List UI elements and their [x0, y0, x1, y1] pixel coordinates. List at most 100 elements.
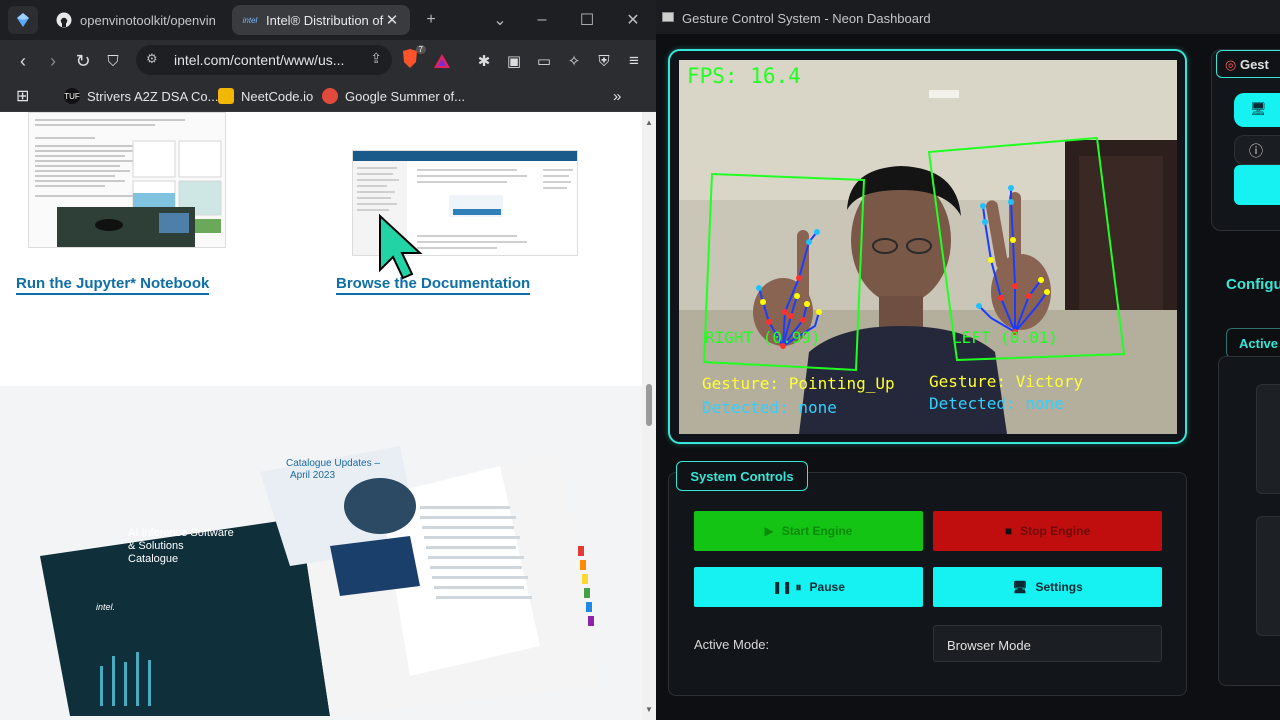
- page-scrollbar[interactable]: ▲ ▼: [642, 112, 656, 720]
- side-action-button[interactable]: [1234, 165, 1280, 205]
- target-icon: ◎: [1225, 57, 1237, 72]
- detected-left-text: Detected: none: [929, 394, 1064, 413]
- tab-openvino-github[interactable]: openvinotoolkit/openvino: [46, 5, 226, 35]
- active-mode-label: Active Mode:: [694, 637, 770, 652]
- system-controls-tab[interactable]: System Controls: [676, 461, 808, 491]
- app-window-icon: [662, 12, 674, 22]
- svg-text:& Solutions: & Solutions: [128, 540, 184, 552]
- web-page: Run the Jupyter* Notebook Browse the Doc…: [0, 112, 642, 720]
- browse-documentation-link[interactable]: Browse the Documentation: [336, 275, 531, 295]
- tab-title: openvinotoolkit/openvino: [80, 12, 216, 28]
- svg-text:intel.: intel.: [96, 602, 115, 612]
- scroll-thumb[interactable]: [646, 384, 652, 426]
- catalogue-image[interactable]: AI Inference Software & Solutions Catalo…: [0, 386, 642, 720]
- brave-app-menu-icon[interactable]: [8, 6, 38, 34]
- pause-label: Pause: [809, 580, 845, 594]
- vpn-icon[interactable]: ⛨: [593, 50, 615, 72]
- side-browser-button[interactable]: 🖥: [1234, 93, 1280, 127]
- bookmark-label: Strivers A2Z DSA Co...: [87, 88, 219, 104]
- address-toolbar: ‹ › ↻ ⛉ ⚙ intel.com/content/www/us... ⇪ …: [0, 40, 656, 80]
- site-settings-icon[interactable]: ⚙: [146, 51, 158, 67]
- tab-intel-distribution[interactable]: intel Intel® Distribution of ✕: [232, 5, 410, 35]
- video-panel: FPS: 16.4 RIGHT (0.99) LEFT (0.01) Gestu…: [668, 49, 1187, 444]
- close-window-icon[interactable]: ✕: [623, 10, 643, 30]
- fps-counter: FPS: 16.4: [687, 64, 801, 88]
- svg-text:Catalogue Updates –: Catalogue Updates –: [286, 458, 380, 469]
- url-text: intel.com/content/www/us...: [174, 52, 345, 68]
- menu-icon[interactable]: ≡: [623, 50, 645, 72]
- monitor-icon: 🖥: [1250, 101, 1267, 116]
- configuration-heading: Configu: [1226, 276, 1280, 293]
- tuf-favicon-icon: TUF: [64, 88, 80, 104]
- tab-list-chevron-down-icon[interactable]: ⌄: [490, 10, 510, 30]
- maximize-icon[interactable]: ☐: [577, 10, 597, 30]
- detected-right-text: Detected: none: [702, 398, 837, 417]
- svg-text:Catalogue: Catalogue: [128, 553, 178, 565]
- play-icon: ▶: [764, 524, 774, 538]
- pause-button[interactable]: ❚❚ ⏸ Pause: [694, 567, 923, 607]
- start-engine-button[interactable]: ▶ Start Engine: [694, 511, 923, 551]
- window-title: Gesture Control System - Neon Dashboard: [682, 11, 931, 26]
- intel-favicon-icon: intel: [242, 15, 258, 25]
- side-info-button[interactable]: ⓘ: [1234, 135, 1280, 165]
- extensions-icon[interactable]: ✱: [473, 50, 495, 72]
- side-gesture-tab[interactable]: ◎ Gest: [1216, 50, 1280, 78]
- dashboard-titlebar: Gesture Control System - Neon Dashboard: [656, 0, 1280, 34]
- bookmark-icon[interactable]: ⛉: [102, 50, 124, 72]
- start-engine-label: Start Engine: [781, 524, 853, 538]
- side-tab-label: Gest: [1239, 57, 1269, 72]
- scroll-down-icon[interactable]: ▼: [645, 705, 653, 714]
- address-bar[interactable]: ⚙ intel.com/content/www/us... ⇪: [136, 45, 392, 75]
- share-icon[interactable]: ⇪: [370, 50, 382, 67]
- bookmark-label: Google Summer of...: [345, 88, 465, 104]
- catalogue-section: AI Inference Software & Solutions Catalo…: [0, 386, 642, 720]
- scroll-up-icon[interactable]: ▲: [645, 118, 653, 127]
- gesture-card[interactable]: [1256, 384, 1280, 494]
- cursor-arrow-icon: [379, 213, 423, 280]
- github-icon: [56, 12, 72, 28]
- svg-text:AI Inference Software: AI Inference Software: [128, 527, 234, 539]
- tab-bar: openvinotoolkit/openvino intel Intel® Di…: [0, 0, 656, 40]
- bookmarks-bar: ⊞ TUF Strivers A2Z DSA Co... NeetCode.io…: [0, 80, 656, 112]
- close-tab-icon[interactable]: ✕: [384, 12, 400, 29]
- bookmark-strivers[interactable]: TUF Strivers A2Z DSA Co...: [64, 86, 219, 106]
- back-arrow-icon[interactable]: ‹: [12, 50, 34, 72]
- jupyter-notebook-thumbnail[interactable]: [28, 112, 226, 248]
- brave-rewards-icon[interactable]: [431, 50, 453, 72]
- info-icon: ⓘ: [1249, 143, 1263, 159]
- run-notebook-link[interactable]: Run the Jupyter* Notebook: [16, 275, 210, 295]
- active-mode-value: Browser Mode: [933, 625, 1162, 662]
- forward-arrow-icon[interactable]: ›: [42, 50, 64, 72]
- sidebar-toggle-icon[interactable]: ▣: [503, 50, 525, 72]
- neetcode-favicon-icon: [218, 88, 234, 104]
- leo-ai-icon[interactable]: ✧: [563, 50, 585, 72]
- tab-title: Intel® Distribution of: [266, 12, 384, 28]
- stop-square-icon: ■: [1004, 524, 1013, 538]
- right-hand-label: RIGHT (0.99): [705, 328, 821, 347]
- monitor-icon: 🖥: [1012, 580, 1028, 594]
- settings-button[interactable]: 🖥 Settings: [933, 567, 1162, 607]
- pause-icon: ❚❚ ⏸: [772, 579, 802, 594]
- gesture-left-text: Gesture: Victory: [929, 372, 1084, 391]
- settings-label: Settings: [1035, 580, 1083, 594]
- more-bookmarks-chevron-icon[interactable]: »: [613, 86, 621, 106]
- wallet-icon[interactable]: ▭: [533, 50, 555, 72]
- gesture-card[interactable]: [1256, 516, 1280, 636]
- gesture-dashboard-window: Gesture Control System - Neon Dashboard: [656, 0, 1280, 720]
- bookmark-neetcode[interactable]: NeetCode.io: [218, 86, 313, 106]
- gsoc-favicon-icon: [322, 88, 338, 104]
- new-tab-icon[interactable]: +: [421, 10, 441, 30]
- left-hand-label: LEFT (0.01): [952, 328, 1058, 347]
- bookmark-gsoc[interactable]: Google Summer of...: [322, 86, 465, 106]
- stop-engine-button[interactable]: ■ Stop Engine: [933, 511, 1162, 551]
- active-gestures-tab[interactable]: Active: [1226, 328, 1280, 358]
- reload-icon[interactable]: ↻: [72, 50, 94, 72]
- camera-feed: FPS: 16.4 RIGHT (0.99) LEFT (0.01) Gestu…: [679, 60, 1177, 434]
- minimize-icon[interactable]: –: [532, 10, 552, 30]
- svg-text:April 2023: April 2023: [290, 470, 335, 481]
- shields-count-badge: 7: [415, 45, 426, 54]
- brave-shields-icon[interactable]: 7: [400, 45, 426, 70]
- stop-engine-label: Stop Engine: [1020, 524, 1091, 538]
- gesture-right-text: Gesture: Pointing_Up: [702, 374, 895, 393]
- apps-grid-icon[interactable]: ⊞: [16, 86, 29, 106]
